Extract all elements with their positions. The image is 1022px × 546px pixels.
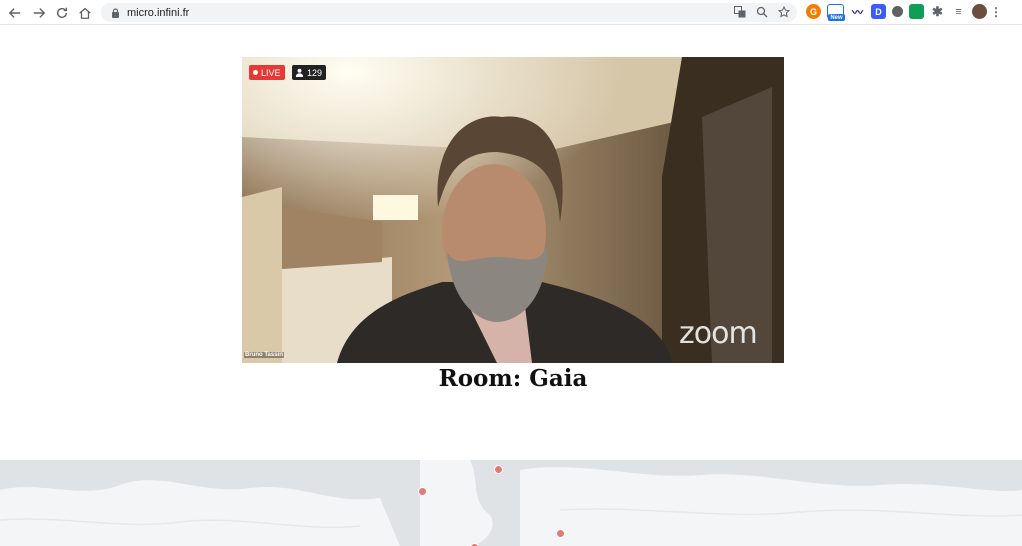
extension-sheets-icon[interactable] [909, 4, 924, 19]
map-landmass [0, 460, 1022, 546]
forward-button[interactable] [28, 2, 50, 24]
viewer-person-icon [295, 68, 304, 77]
map-marker[interactable] [556, 529, 565, 538]
back-arrow-icon [8, 8, 21, 18]
map-marker[interactable] [494, 465, 503, 474]
viewer-count-badge: 129 [292, 65, 327, 80]
reload-button[interactable] [51, 2, 73, 24]
map-marker[interactable] [418, 487, 427, 496]
live-label: LIVE [261, 67, 281, 78]
back-button[interactable] [4, 2, 26, 24]
profile-avatar[interactable] [972, 4, 987, 19]
zoom-magnifier-icon[interactable] [755, 5, 769, 19]
extension-new-icon[interactable]: New [827, 4, 845, 21]
browser-toolbar: micro.infini.fr G New 〰 D ✱ ≡ ⋮ [0, 0, 1022, 25]
extension-d-icon[interactable]: D [871, 4, 886, 19]
lock-icon [111, 7, 120, 18]
room-title: Room: Gaia [438, 365, 588, 392]
extensions-bar: G New 〰 D ✱ ≡ ⋮ [806, 4, 1002, 21]
url-text: micro.infini.fr [127, 6, 190, 19]
extension-circle-icon[interactable] [892, 6, 903, 17]
participant-name-label: Bruno Tassin [244, 352, 284, 358]
extension-wave-icon[interactable]: 〰 [850, 4, 865, 19]
viewer-count: 129 [307, 67, 323, 78]
bookmark-star-icon[interactable] [777, 5, 791, 19]
browser-menu-icon[interactable]: ⋮ [990, 4, 1002, 19]
forward-arrow-icon [33, 8, 46, 18]
home-button[interactable] [74, 2, 96, 24]
home-icon [79, 7, 91, 19]
live-badge: LIVE [249, 65, 285, 80]
translate-icon[interactable] [733, 5, 747, 19]
reading-list-icon[interactable]: ≡ [951, 4, 966, 19]
live-video-player[interactable]: LIVE 129 zoom Bruno Tassin [242, 57, 784, 363]
extension-new-badge: New [828, 14, 845, 21]
address-bar[interactable]: micro.infini.fr [101, 3, 797, 22]
live-dot-icon [253, 70, 258, 75]
reload-icon [56, 7, 68, 19]
extensions-puzzle-icon[interactable]: ✱ [930, 4, 945, 19]
extension-orange-icon[interactable]: G [806, 4, 821, 19]
zoom-watermark: zoom [679, 316, 758, 351]
world-map[interactable] [0, 460, 1022, 546]
